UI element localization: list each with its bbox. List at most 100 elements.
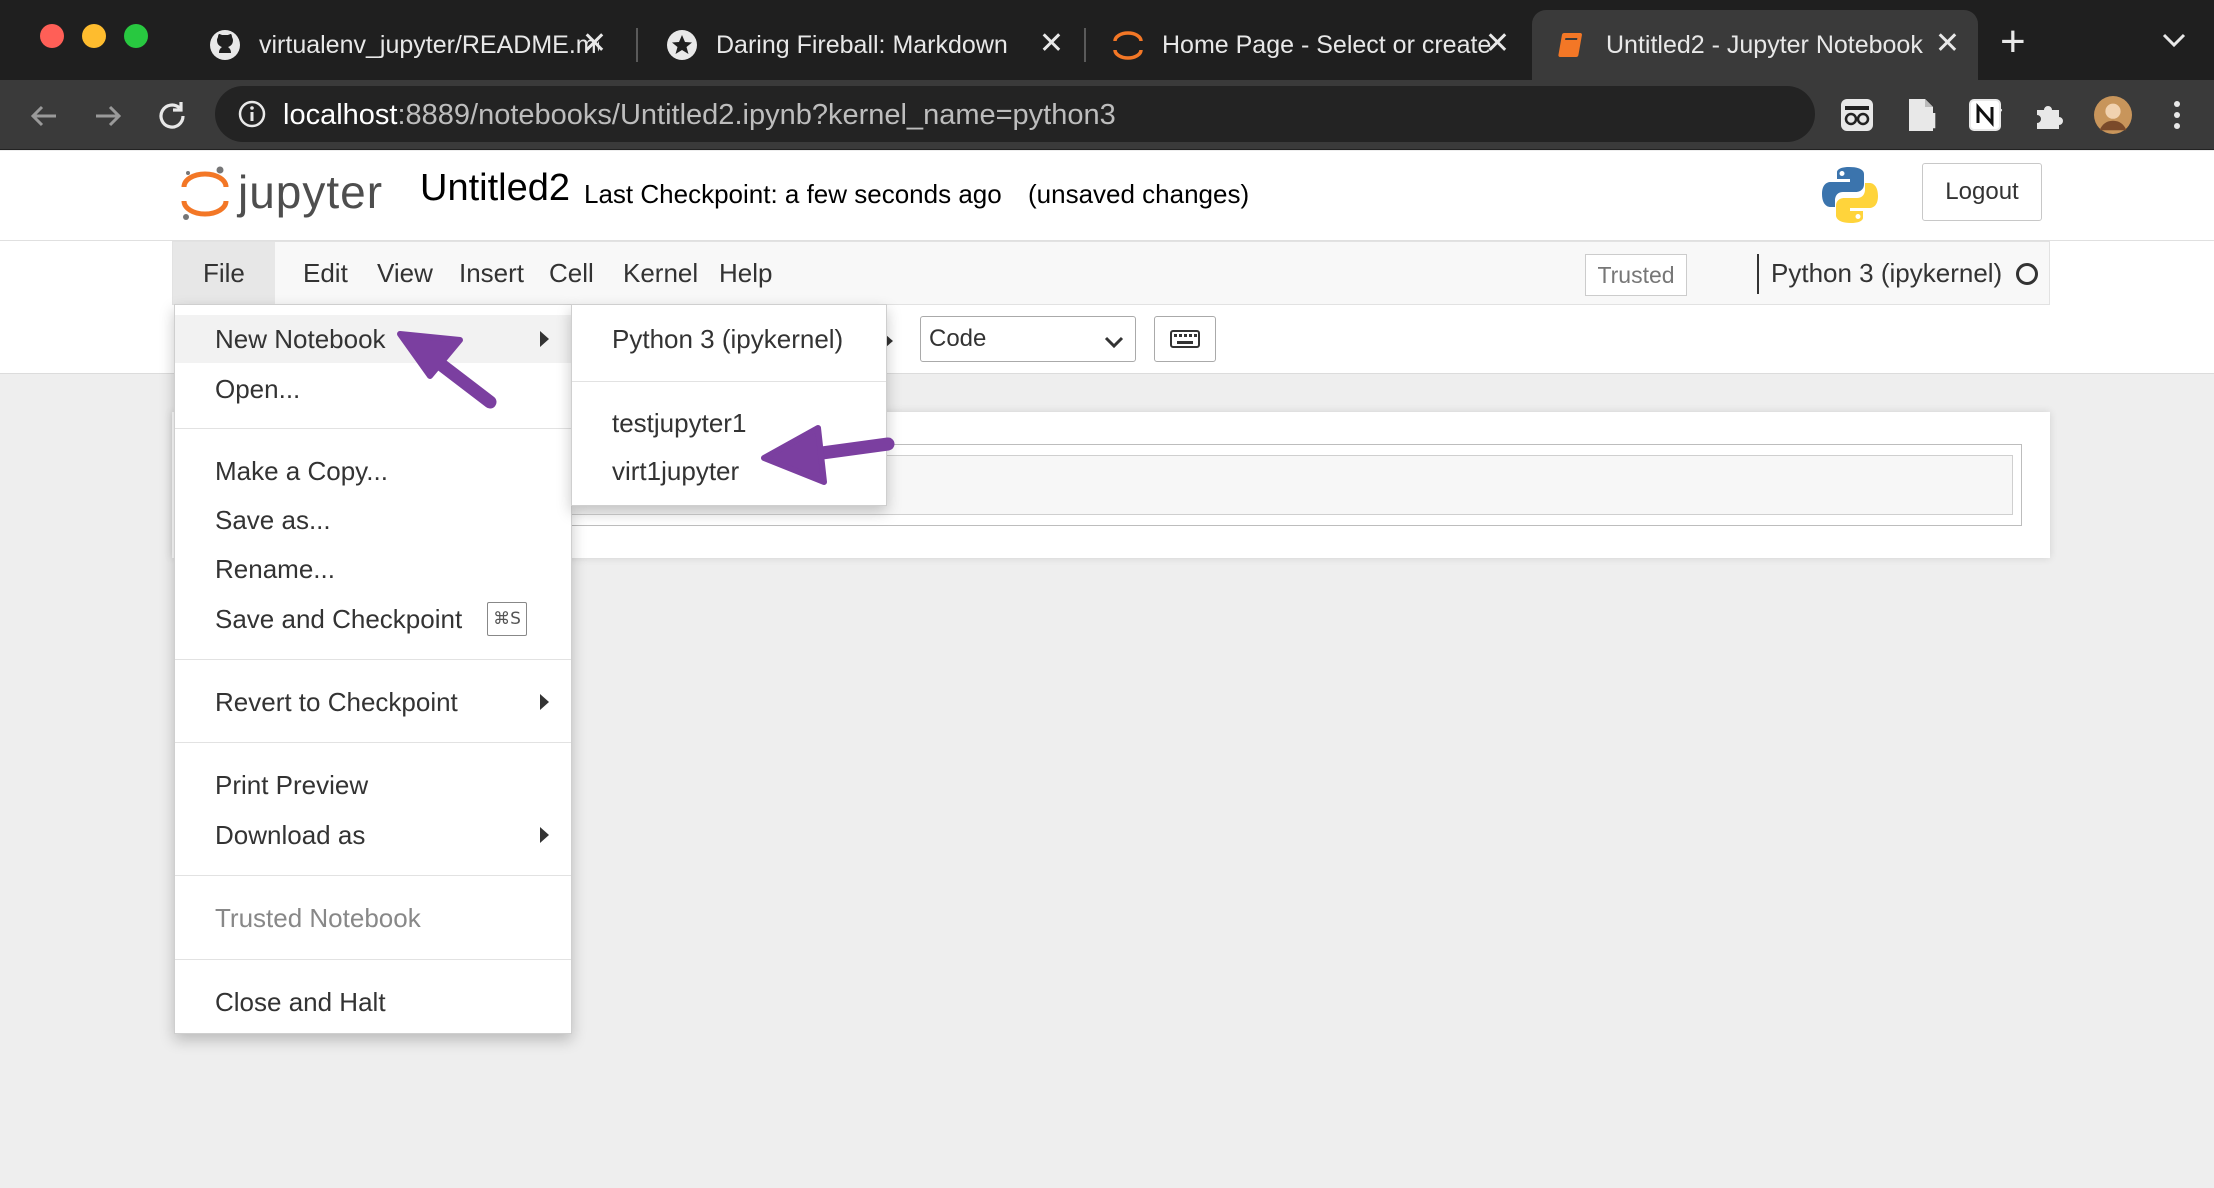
- cell-type-value: Code: [929, 325, 987, 352]
- more-menu-icon[interactable]: [2158, 96, 2196, 134]
- star-icon: [666, 29, 698, 61]
- kernel-name[interactable]: Python 3 (ipykernel): [1771, 258, 2002, 289]
- tab-title: Untitled2 - Jupyter Notebook: [1606, 30, 1923, 59]
- menu-item-label: Make a Copy...: [215, 455, 388, 486]
- menu-item-label: Trusted Notebook: [215, 902, 421, 933]
- menu-item-close-halt[interactable]: Close and Halt: [175, 978, 571, 1026]
- tab-title: virtualenv_jupyter/README.md: [259, 30, 599, 59]
- close-icon[interactable]: ✕: [582, 28, 607, 60]
- menu-item-make-copy[interactable]: Make a Copy...: [175, 447, 571, 495]
- menu-divider: [175, 428, 571, 429]
- menu-divider: [175, 742, 571, 743]
- menu-item-label: Download as: [215, 819, 366, 850]
- menu-item-label: Revert to Checkpoint: [215, 686, 458, 717]
- menu-divider: [175, 659, 571, 660]
- notion-icon[interactable]: [1966, 96, 2004, 134]
- menu-item-label: virt1jupyter: [612, 455, 740, 486]
- reload-icon[interactable]: [152, 96, 192, 136]
- tab-separator: [636, 28, 638, 62]
- browser-toolbar: localhost:8889/notebooks/Untitled2.ipynb…: [0, 80, 2214, 150]
- new-notebook-submenu: Python 3 (ipykernel) testjupyter1 virt1j…: [571, 304, 887, 506]
- logout-button[interactable]: Logout: [1922, 163, 2042, 221]
- menu-item-label: testjupyter1: [612, 407, 747, 438]
- menu-divider: [572, 381, 886, 382]
- forward-arrow-icon[interactable]: [88, 96, 128, 136]
- keyboard-icon: [1170, 330, 1200, 348]
- browser-tab-readme[interactable]: virtualenv_jupyter/README.md ✕: [185, 10, 625, 80]
- tab-search-chevron-icon[interactable]: [2160, 30, 2188, 55]
- menu-file[interactable]: File: [173, 242, 275, 304]
- url-text[interactable]: localhost:8889/notebooks/Untitled2.ipynb…: [283, 99, 1116, 132]
- menu-help[interactable]: Help: [689, 242, 802, 304]
- url-host: localhost: [283, 99, 398, 131]
- kernel-separator: [1757, 254, 1759, 294]
- browser-tab-home-page[interactable]: Home Page - Select or create ✕: [1088, 10, 1528, 80]
- menu-divider: [175, 959, 571, 960]
- jupyter-icon: [1112, 29, 1144, 61]
- kernel-option-python3[interactable]: Python 3 (ipykernel): [572, 315, 886, 363]
- new-tab-button[interactable]: +: [2000, 20, 2026, 64]
- menu-item-label: Open...: [215, 373, 301, 404]
- profile-avatar[interactable]: [2094, 96, 2132, 134]
- menu-item-label: New Notebook: [215, 323, 386, 354]
- menu-item-rename[interactable]: Rename...: [175, 545, 571, 593]
- menu-item-label: Close and Halt: [215, 986, 386, 1017]
- notebook-icon: [1556, 29, 1588, 61]
- jupyter-logo-icon[interactable]: [180, 163, 230, 230]
- toolbar-caret-icon[interactable]: [886, 331, 894, 352]
- close-icon[interactable]: ✕: [1485, 28, 1510, 60]
- shortcut-badge: ⌘S: [487, 602, 527, 636]
- menu-item-revert-checkpoint[interactable]: Revert to Checkpoint: [175, 678, 571, 726]
- tab-title: Daring Fireball: Markdown: [716, 30, 1008, 59]
- menu-item-label: Rename...: [215, 553, 335, 584]
- github-icon: [209, 29, 241, 61]
- menu-item-save-as[interactable]: Save as...: [175, 496, 571, 544]
- site-info-icon[interactable]: [237, 99, 267, 134]
- close-icon[interactable]: ✕: [1935, 28, 1960, 60]
- kernel-option-virt1jupyter[interactable]: virt1jupyter: [572, 447, 886, 495]
- checkpoint-status: Last Checkpoint: a few seconds ago: [584, 179, 1002, 209]
- browser-tab-untitled2[interactable]: Untitled2 - Jupyter Notebook ✕: [1532, 10, 1978, 80]
- extensions-puzzle-icon[interactable]: [2030, 96, 2068, 134]
- menu-item-label: Save and Checkpoint: [215, 603, 463, 634]
- caret-right-icon: [540, 694, 549, 710]
- back-arrow-icon[interactable]: [24, 96, 64, 136]
- tab-separator: [1084, 28, 1086, 62]
- extension-glasses-icon[interactable]: [1838, 96, 1876, 134]
- python-logo-icon: [1820, 165, 1880, 230]
- menu-item-download-as[interactable]: Download as: [175, 811, 571, 859]
- kernel-idle-indicator: [2016, 263, 2038, 285]
- notebook-title[interactable]: Untitled2: [420, 167, 570, 210]
- jupyter-header: jupyter Untitled2 Last Checkpoint: a few…: [0, 151, 2214, 241]
- menu-item-new-notebook[interactable]: New Notebook: [175, 315, 571, 363]
- tab-title: Home Page - Select or create: [1162, 30, 1492, 59]
- chevron-down-icon: [1103, 329, 1125, 357]
- extension-document-icon[interactable]: [1902, 96, 1940, 134]
- caret-right-icon: [540, 331, 549, 347]
- window-minimize-dot[interactable]: [82, 24, 106, 48]
- menu-item-trusted-notebook: Trusted Notebook: [175, 894, 571, 942]
- trusted-badge[interactable]: Trusted: [1585, 254, 1687, 296]
- caret-right-icon: [540, 827, 549, 843]
- menu-item-label: Print Preview: [215, 769, 369, 800]
- menu-item-open[interactable]: Open...: [175, 365, 571, 413]
- window-close-dot[interactable]: [40, 24, 64, 48]
- menu-item-save-checkpoint[interactable]: Save and Checkpoint ⌘S: [175, 595, 571, 643]
- notebook-menubar: File Edit View Insert Cell Kernel Help T…: [172, 241, 2050, 305]
- browser-tab-daring-fireball[interactable]: Daring Fireball: Markdown ✕: [642, 10, 1082, 80]
- menu-item-print-preview[interactable]: Print Preview: [175, 761, 571, 809]
- menu-divider: [175, 875, 571, 876]
- close-icon[interactable]: ✕: [1039, 28, 1064, 60]
- browser-tab-strip: virtualenv_jupyter/README.md ✕ Daring Fi…: [0, 0, 2214, 80]
- menu-item-label: Python 3 (ipykernel): [612, 323, 844, 354]
- file-menu-dropdown: New Notebook Open... Make a Copy... Save…: [174, 304, 572, 1034]
- menu-item-label: Save as...: [215, 504, 331, 535]
- unsaved-indicator: (unsaved changes): [1028, 179, 1250, 209]
- keyboard-shortcuts-button[interactable]: [1154, 316, 1216, 362]
- address-bar[interactable]: localhost:8889/notebooks/Untitled2.ipynb…: [215, 86, 2003, 142]
- kernel-option-testjupyter1[interactable]: testjupyter1: [572, 399, 886, 447]
- url-path: :8889/notebooks/Untitled2.ipynb?kernel_n…: [397, 99, 1116, 131]
- window-zoom-dot[interactable]: [124, 24, 148, 48]
- jupyter-logo-text[interactable]: jupyter: [238, 165, 383, 219]
- cell-type-select[interactable]: Code: [920, 316, 1136, 362]
